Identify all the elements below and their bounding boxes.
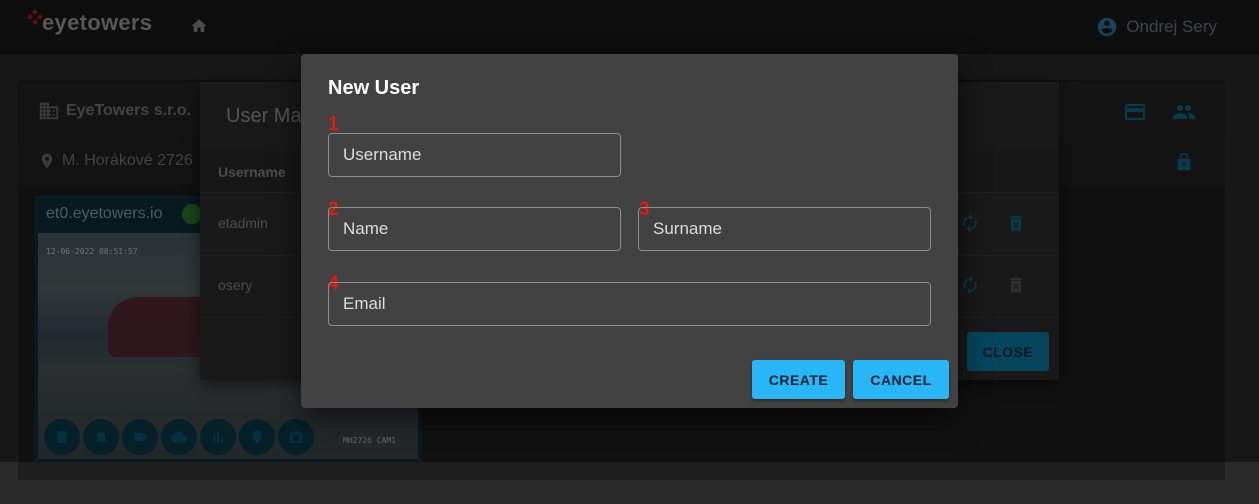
- name-field[interactable]: [328, 207, 621, 251]
- username-field[interactable]: [328, 133, 621, 177]
- new-user-dialog: New User 1 2 3 4 CREATE CANCEL: [301, 54, 958, 408]
- email-field[interactable]: [328, 282, 931, 326]
- surname-field[interactable]: [638, 207, 931, 251]
- create-button[interactable]: CREATE: [752, 360, 845, 399]
- cancel-button[interactable]: CANCEL: [853, 360, 949, 399]
- dialog-title: New User: [328, 77, 420, 99]
- panel-bottom: [18, 462, 1225, 480]
